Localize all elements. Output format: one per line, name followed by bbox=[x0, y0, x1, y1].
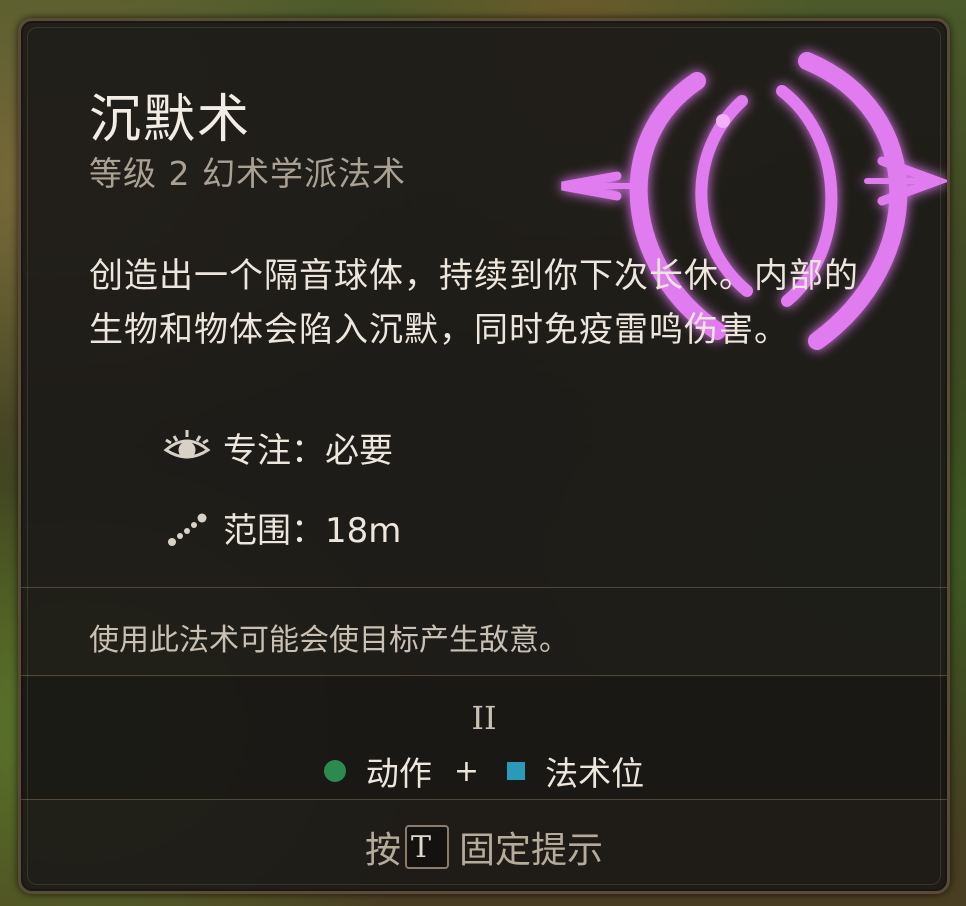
hint-prefix: 按 bbox=[364, 830, 401, 871]
divider bbox=[21, 675, 947, 676]
hint-suffix: 固定提示 bbox=[459, 830, 604, 871]
spell-description: 创造出一个隔音球体，持续到你下次长休。内部的生物和物体会陷入沉默，同时免疫雷鸣伤… bbox=[89, 256, 859, 350]
spell-slot-label: 法术位 bbox=[545, 754, 645, 793]
range-property: 范围：18m bbox=[161, 503, 401, 552]
spell-slot-icon bbox=[507, 762, 526, 780]
range-dotted-line-icon bbox=[161, 506, 213, 550]
concentration-property: 专注：必要 bbox=[161, 423, 393, 472]
spell-tooltip-panel: 沉默术 等级 2 幻术学派法术 创造出一个隔音球体，持续到你下次长休。内部的生物… bbox=[18, 18, 950, 894]
spell-level-roman: II bbox=[471, 699, 497, 737]
divider bbox=[21, 587, 947, 588]
spell-subtitle: 等级 2 幻术学派法术 bbox=[89, 154, 406, 193]
pin-tooltip-hint: 按 T 固定提示 bbox=[21, 821, 947, 873]
plus-sign: + bbox=[453, 753, 480, 789]
action-resource-icon bbox=[323, 760, 346, 782]
keybind-t[interactable]: T bbox=[405, 825, 449, 869]
action-label: 动作 bbox=[365, 754, 432, 793]
concentration-eye-icon bbox=[161, 426, 213, 470]
range-label: 范围：18m bbox=[223, 511, 402, 551]
spell-title: 沉默术 bbox=[89, 90, 252, 150]
divider bbox=[21, 799, 947, 800]
hostility-warning: 使用此法术可能会使目标产生敌意。 bbox=[89, 623, 569, 658]
concentration-label: 专注：必要 bbox=[223, 431, 393, 471]
resource-cost-row: 动作 + 法术位 bbox=[21, 747, 947, 795]
